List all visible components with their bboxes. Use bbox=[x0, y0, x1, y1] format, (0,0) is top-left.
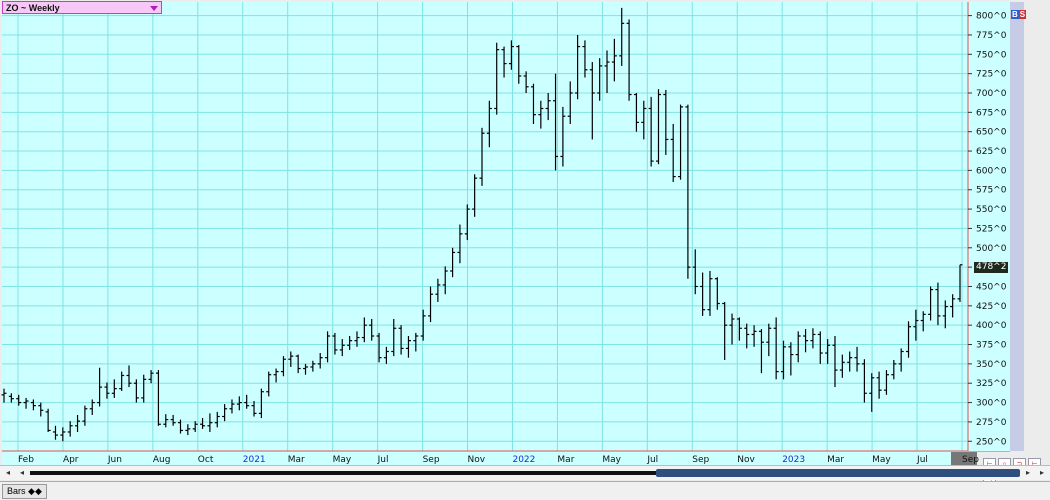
y-tick-label: 800^0 bbox=[976, 12, 1007, 22]
y-tick-label: 275^0 bbox=[976, 418, 1007, 428]
x-tick-label: May bbox=[602, 455, 621, 465]
buy-sell-badge[interactable]: BS bbox=[1011, 10, 1027, 19]
y-tick-label: 625^0 bbox=[976, 147, 1007, 157]
scroll-left-icon[interactable]: ◂ bbox=[16, 467, 28, 478]
price-chart: 250^0 275^0 300^0 325^0 350^0 375^0 400^0 425^0… bbox=[1, 2, 1048, 465]
y-tick-label: 525^0 bbox=[976, 224, 1007, 234]
chevron-down-icon[interactable] bbox=[150, 6, 158, 11]
scroll-far-right-icon[interactable]: ▸ bbox=[1036, 467, 1048, 478]
x-tick-label: May bbox=[872, 455, 891, 465]
x-tick-label: Nov bbox=[737, 455, 755, 465]
y-tick-label: 400^0 bbox=[976, 321, 1007, 331]
scroll-far-left-icon[interactable]: ◂ bbox=[2, 467, 14, 478]
x-tick-label: Sep bbox=[423, 455, 440, 465]
time-scrollbar[interactable]: ◂ ◂ ▸ ▸ bbox=[0, 465, 1050, 480]
x-tick-label: Feb bbox=[18, 455, 34, 465]
y-tick-label: 725^0 bbox=[976, 70, 1007, 80]
symbol-label: ZO ~ Weekly bbox=[6, 3, 60, 13]
scroll-right-icon[interactable]: ▸ bbox=[1022, 467, 1034, 478]
right-scroll-panel[interactable] bbox=[1010, 2, 1024, 451]
x-tick-label: 2022 bbox=[512, 455, 535, 465]
x-tick-label: Sep bbox=[692, 455, 709, 465]
y-tick-label: 300^0 bbox=[976, 399, 1007, 409]
right-edge-panel bbox=[1024, 2, 1048, 451]
y-tick-label: 325^0 bbox=[976, 379, 1007, 389]
y-tick-label: 600^0 bbox=[976, 166, 1007, 176]
y-tick-label: 350^0 bbox=[976, 360, 1007, 370]
x-tick-label: Jul bbox=[646, 455, 658, 465]
y-tick-label: 775^0 bbox=[976, 31, 1007, 41]
y-tick-label: 675^0 bbox=[976, 108, 1007, 118]
x-tick-label: 2023 bbox=[782, 455, 805, 465]
x-tick-label: Aug bbox=[153, 455, 171, 465]
bars-tab-label: Bars bbox=[7, 486, 26, 496]
x-tick-label: Mar bbox=[288, 455, 305, 465]
x-tick-label: May bbox=[333, 455, 352, 465]
x-tick-label: Mar bbox=[827, 455, 844, 465]
y-tick-label: 425^0 bbox=[976, 302, 1007, 312]
x-tick-label: Jul bbox=[377, 455, 389, 465]
scroll-thumb[interactable] bbox=[656, 469, 1020, 477]
x-tick-label: 2021 bbox=[243, 455, 266, 465]
y-tick-label: 375^0 bbox=[976, 341, 1007, 351]
buy-badge[interactable]: B bbox=[1011, 10, 1019, 19]
bars-tab[interactable]: Bars ◆◆ bbox=[2, 484, 47, 499]
y-tick-label: 500^0 bbox=[976, 244, 1007, 254]
y-tick-label: 700^0 bbox=[976, 89, 1007, 99]
x-tick-label: Nov bbox=[468, 455, 486, 465]
x-tick-label: Jul bbox=[916, 455, 928, 465]
y-tick-label: 450^0 bbox=[976, 282, 1007, 292]
bars-tab-icon: ◆◆ bbox=[28, 486, 42, 496]
y-tick-label: 250^0 bbox=[976, 437, 1007, 447]
y-tick-label: 550^0 bbox=[976, 205, 1007, 215]
symbol-selector[interactable]: ZO ~ Weekly bbox=[2, 1, 162, 14]
x-tick-label: Oct bbox=[198, 455, 214, 465]
y-tick-label: 575^0 bbox=[976, 186, 1007, 196]
x-tick-label: Mar bbox=[557, 455, 574, 465]
y-tick-label: 750^0 bbox=[976, 50, 1007, 60]
x-tick-label: Apr bbox=[63, 455, 79, 465]
y-tick-label: 650^0 bbox=[976, 128, 1007, 138]
x-tick-label: Jun bbox=[107, 455, 122, 465]
last-price-label: 478^2 bbox=[974, 262, 1009, 273]
bottom-toolbar: Bars ◆◆ bbox=[0, 481, 1050, 500]
sell-badge[interactable]: S bbox=[1018, 10, 1027, 19]
x-tick-label: Sep bbox=[962, 455, 979, 465]
